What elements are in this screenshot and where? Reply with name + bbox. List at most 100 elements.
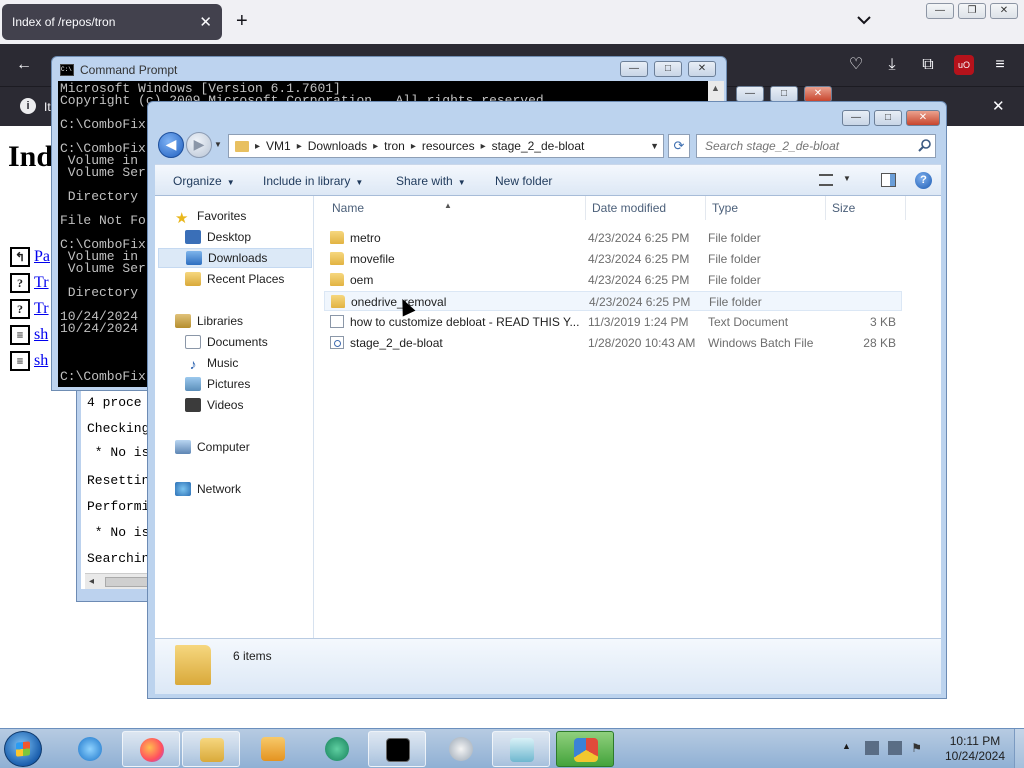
browser-tab[interactable]: Index of /repos/tron ✕ [2,4,222,40]
column-header-name[interactable]: Name ▲ [326,196,586,220]
maximize-button[interactable]: □ [654,61,682,77]
listing-link[interactable]: sh [34,352,48,370]
breadcrumb-item[interactable]: Downloads [308,139,367,153]
file-row[interactable]: metro 4/23/2024 6:25 PM File folder [324,228,902,248]
chevron-right-icon[interactable]: ▸ [373,141,378,152]
file-row[interactable]: stage_2_de-bloat 1/28/2020 10:43 AM Wind… [324,333,902,353]
breadcrumb-item[interactable]: VM1 [266,139,291,153]
console-line: * No is [87,525,150,540]
nav-documents[interactable]: Documents [185,332,268,352]
nav-favorites[interactable]: ★ Favorites [175,206,246,227]
view-options-icon[interactable] [819,174,833,186]
address-bar[interactable]: ▸ VM1 ▸ Downloads ▸ tron ▸ resources ▸ s… [228,134,664,158]
action-center-icon[interactable] [865,741,880,755]
close-tab-icon[interactable]: ✕ [199,13,212,31]
show-desktop-button[interactable] [1014,729,1024,768]
column-header-date-modified[interactable]: Date modified [586,196,706,220]
system-tray: ▲ ⚑ [842,741,931,755]
folder-icon [331,295,345,308]
chevron-down-icon[interactable]: ▼ [650,141,659,151]
extensions-icon[interactable]: ⧉ [918,55,938,75]
column-header-type[interactable]: Type [706,196,826,220]
menu-icon[interactable]: ≡ [990,55,1010,75]
chevron-right-icon[interactable]: ▸ [481,141,486,152]
back-arrow-icon[interactable]: ◀ [158,132,184,158]
taskbar-clock[interactable]: 10:11 PM 10/24/2024 [940,734,1010,764]
minimize-button[interactable]: — [926,3,954,19]
nav-computer[interactable]: Computer [175,437,250,457]
explorer-taskbar-button[interactable] [182,731,240,767]
media-player-taskbar-button[interactable] [244,731,302,767]
firefox-taskbar-button[interactable] [122,731,180,767]
chevron-right-icon[interactable]: ▸ [297,141,302,152]
close-notification-icon[interactable]: ✕ [992,97,1005,115]
breadcrumb-item[interactable]: resources [422,139,475,153]
explorer-window[interactable]: — □ ✕ ◀ ▶ ▼ ▸ VM1 ▸ Downloads ▸ tron ▸ r… [147,101,947,699]
search-icon[interactable] [918,138,932,152]
clock-app-taskbar-button[interactable] [432,731,490,767]
forward-arrow-icon[interactable]: ▶ [186,132,212,158]
minimize-button[interactable]: — [736,86,764,102]
scroll-up-icon[interactable]: ▲ [711,83,720,93]
breadcrumb-item[interactable]: stage_2_de-bloat [492,139,585,153]
breadcrumb-item[interactable]: tron [384,139,405,153]
ublock-icon[interactable]: uO [954,55,974,75]
app-taskbar-button[interactable] [308,731,366,767]
network-status-icon[interactable] [888,741,903,755]
unknown-file-icon: ? [10,299,30,319]
help-icon[interactable]: ? [915,172,932,189]
chevron-down-icon[interactable]: ▼ [843,174,851,183]
listing-link[interactable]: sh [34,326,48,344]
listing-link[interactable]: Tr [34,300,49,318]
back-arrow-icon[interactable]: ← [14,55,34,75]
recent-pages-chevron-icon[interactable]: ▼ [214,140,222,149]
listing-link[interactable]: Tr [34,274,49,292]
nav-downloads[interactable]: Downloads [158,248,312,268]
nav-videos[interactable]: Videos [185,395,243,415]
chevron-right-icon[interactable]: ▸ [411,141,416,152]
nav-desktop[interactable]: Desktop [185,227,251,247]
minimize-button[interactable]: — [620,61,648,77]
maximize-button[interactable]: □ [770,86,798,102]
command-prompt-taskbar-button[interactable] [368,731,426,767]
close-button[interactable]: ✕ [804,86,832,102]
file-row[interactable]: oem 4/23/2024 6:25 PM File folder [324,270,902,290]
app-taskbar-button[interactable] [492,731,550,767]
listing-link[interactable]: Pa [34,248,50,266]
nav-network[interactable]: Network [175,479,241,499]
nav-pictures[interactable]: Pictures [185,374,250,394]
minimize-button[interactable]: — [842,110,870,126]
command-prompt-icon [386,738,410,762]
internet-explorer-taskbar-button[interactable] [61,731,119,767]
nav-libraries[interactable]: Libraries [175,311,243,331]
console-output: 4 proce Checking * No is Resettin Perfor… [81,379,157,589]
scroll-left-icon[interactable]: ◂ [89,576,94,588]
refresh-icon[interactable]: ⟳ [668,134,690,158]
chevron-down-icon[interactable] [856,12,872,28]
new-folder-button[interactable]: New folder [495,174,552,188]
search-input[interactable] [696,134,936,158]
nav-music[interactable]: ♪ Music [185,353,239,373]
preview-pane-icon[interactable] [881,173,896,187]
combofix-taskbar-button[interactable] [556,731,614,767]
chevron-right-icon[interactable]: ▸ [255,141,260,152]
new-tab-button[interactable]: + [236,10,248,33]
speaker-icon[interactable]: ⚑ [911,741,925,755]
column-header-size[interactable]: Size [826,196,906,220]
nav-recent-places[interactable]: Recent Places [185,269,284,289]
start-button[interactable] [4,731,42,767]
organize-button[interactable]: Organize ▼ [173,174,235,188]
include-in-library-button[interactable]: Include in library ▼ [263,174,363,188]
download-icon[interactable]: ⤓ [882,55,902,75]
clock-app-icon [449,737,473,761]
file-row[interactable]: movefile 4/23/2024 6:25 PM File folder [324,249,902,269]
show-hidden-icons-icon[interactable]: ▲ [842,741,856,755]
close-button[interactable]: ✕ [688,61,716,77]
close-button[interactable]: ✕ [990,3,1018,19]
pocket-icon[interactable]: ♡ [846,55,866,75]
restore-button[interactable]: ❐ [958,3,986,19]
close-button[interactable]: ✕ [906,110,940,126]
file-row[interactable]: how to customize debloat - READ THIS Y..… [324,312,902,332]
maximize-button[interactable]: □ [874,110,902,126]
share-with-button[interactable]: Share with ▼ [396,174,466,188]
